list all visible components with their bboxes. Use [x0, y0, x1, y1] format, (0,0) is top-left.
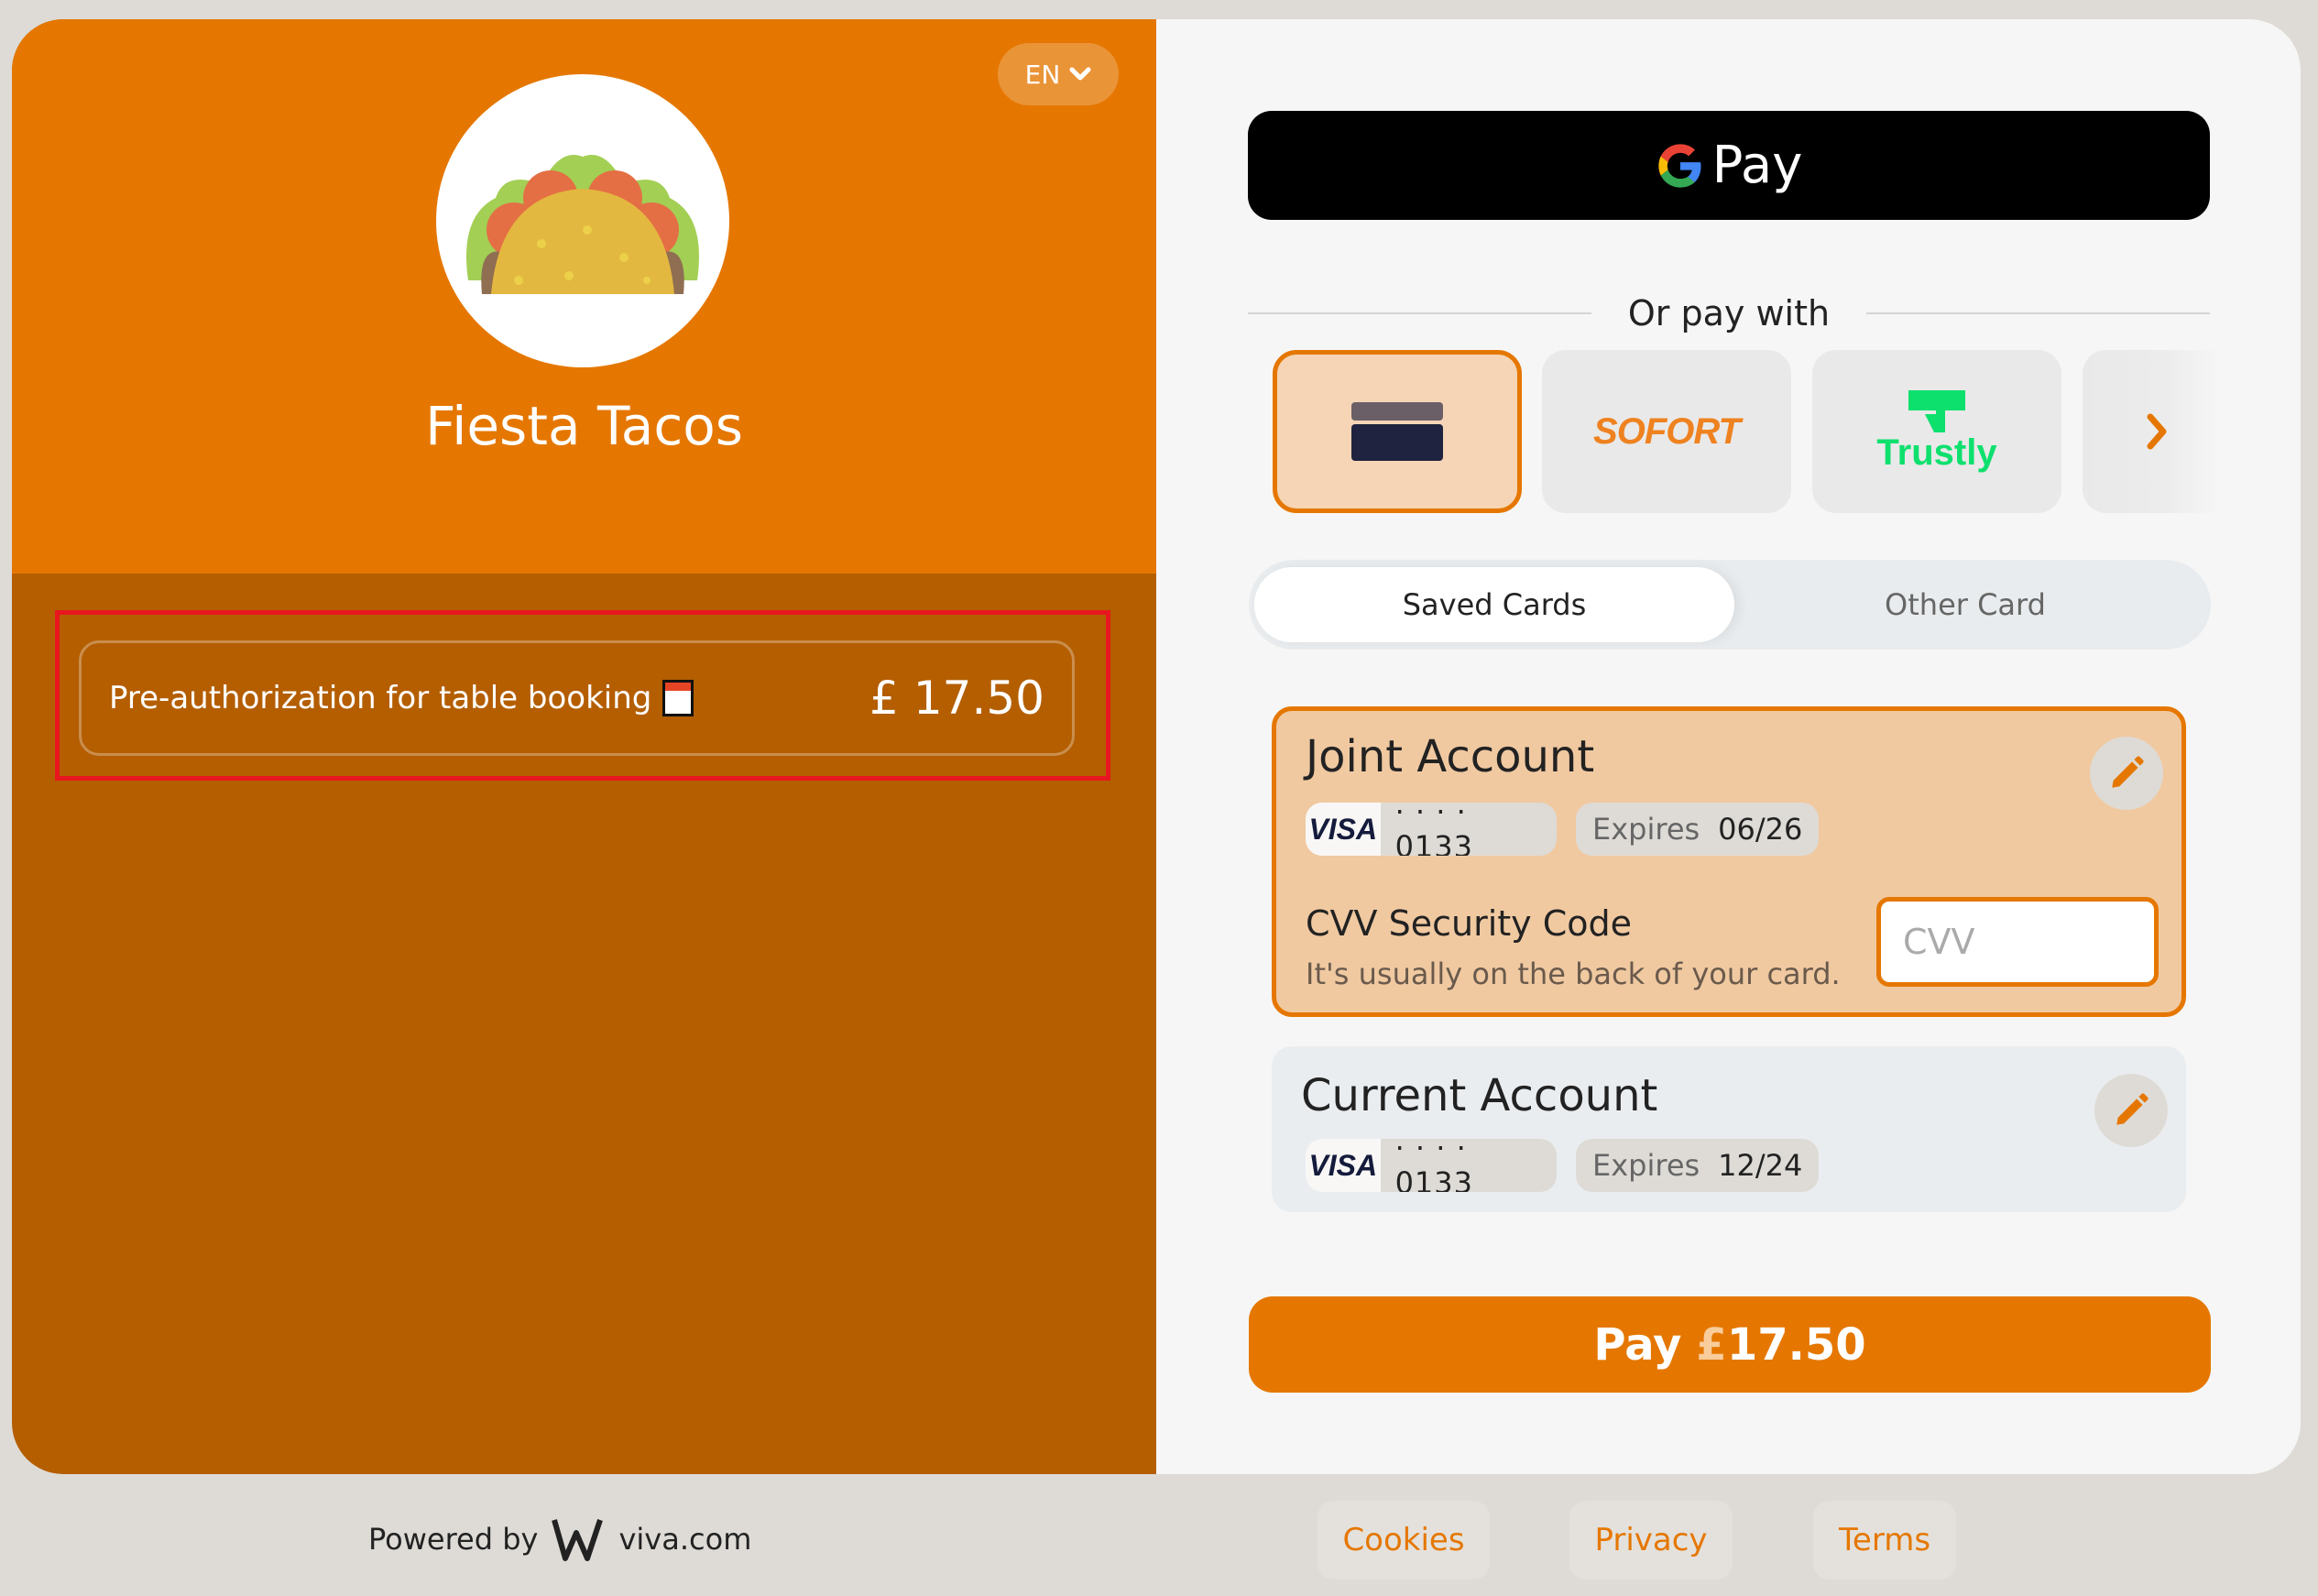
- google-g-icon: [1658, 143, 1701, 188]
- card-tabs: Saved Cards Other Card: [1249, 560, 2211, 650]
- calendar-icon: [662, 680, 694, 716]
- expiry-date: 06/26: [1718, 812, 1803, 847]
- visa-logo: VISA: [1306, 1139, 1381, 1192]
- card-number-chip: VISA · · · · 0133: [1306, 1139, 1557, 1192]
- tab-saved-cards[interactable]: Saved Cards: [1254, 567, 1734, 642]
- card-name: Current Account: [1301, 1070, 1658, 1121]
- masked-card-number: · · · · 0133: [1394, 1139, 1473, 1192]
- pay-currency: £: [1696, 1318, 1727, 1371]
- divider-line: [1248, 312, 1591, 314]
- viva-brand: viva.com: [618, 1522, 752, 1557]
- powered-by-label: Powered by: [368, 1522, 539, 1557]
- edit-card-button[interactable]: [2090, 737, 2163, 810]
- pencil-icon: [2116, 1093, 2149, 1125]
- order-description-wrap: Pre-authorization for table booking: [109, 680, 694, 716]
- pay-button[interactable]: Pay £17.50: [1249, 1296, 2211, 1393]
- trustly-label: Trustly: [1876, 432, 1997, 473]
- chevron-right-icon: [2147, 413, 2167, 450]
- pay-amount: £17.50: [1696, 1319, 1865, 1371]
- merchant-logo: [436, 74, 729, 367]
- merchant-header: EN Fiesta Tacos: [12, 19, 1156, 574]
- order-description: Pre-authorization for table booking: [109, 680, 652, 716]
- expires-label: Expires: [1592, 1148, 1700, 1183]
- saved-card-joint-account[interactable]: Joint Account VISA · · · · 0133 Expires …: [1272, 706, 2186, 1017]
- language-selector[interactable]: EN: [998, 43, 1119, 105]
- payment-method-trustly[interactable]: Trustly: [1812, 350, 2061, 513]
- payment-method-sofort[interactable]: SOFORT: [1542, 350, 1791, 513]
- sofort-logo: SOFORT: [1593, 410, 1741, 452]
- footer-link-privacy[interactable]: Privacy: [1569, 1501, 1733, 1580]
- card-number-chip: VISA · · · · 0133: [1306, 803, 1557, 856]
- pencil-icon: [2112, 756, 2144, 788]
- merchant-name: Fiesta Tacos: [425, 395, 743, 457]
- viva-logo-icon: [552, 1519, 604, 1561]
- credit-card-icon: [1351, 402, 1443, 461]
- order-summary-panel: EN Fiesta Tacos Pre-authorization for ta…: [12, 19, 1156, 1474]
- footer-link-terms[interactable]: Terms: [1813, 1501, 1956, 1580]
- checkout-card: EN Fiesta Tacos Pre-authorization for ta…: [12, 19, 2301, 1474]
- tab-other-card[interactable]: Other Card: [1725, 567, 2205, 642]
- google-pay-button[interactable]: Pay: [1248, 111, 2210, 220]
- saved-card-current-account[interactable]: Current Account VISA · · · · 0133 Expire…: [1272, 1046, 2186, 1212]
- visa-logo: VISA: [1306, 803, 1381, 856]
- card-name: Joint Account: [1306, 731, 1595, 782]
- cvv-hint: It's usually on the back of your card.: [1306, 957, 1841, 991]
- trustly-logo: Trustly: [1876, 389, 1997, 474]
- expiry-date: 12/24: [1718, 1148, 1803, 1183]
- powered-by: Powered by viva.com: [368, 1514, 751, 1565]
- footer-link-cookies[interactable]: Cookies: [1318, 1501, 1490, 1580]
- edit-card-button[interactable]: [2094, 1074, 2168, 1147]
- cvv-input[interactable]: [1876, 897, 2159, 987]
- expiry-chip: Expires 06/26: [1576, 803, 1820, 856]
- expires-label: Expires: [1592, 812, 1700, 847]
- payment-method-card[interactable]: [1273, 350, 1522, 513]
- order-line-item: Pre-authorization for table booking £ 17…: [79, 640, 1075, 756]
- order-amount: £ 17.50: [869, 672, 1044, 725]
- payment-methods-next-button[interactable]: [2083, 350, 2220, 513]
- divider-line: [1866, 312, 2210, 314]
- or-pay-with-text: Or pay with: [1627, 293, 1831, 333]
- cvv-title: CVV Security Code: [1306, 903, 1633, 944]
- chevron-down-icon: [1069, 67, 1091, 81]
- expiry-chip: Expires 12/24: [1576, 1139, 1820, 1192]
- or-divider: Or pay with: [1248, 290, 2210, 336]
- pay-label: Pay: [1593, 1318, 1682, 1371]
- pay-amount-value: 17.50: [1726, 1318, 1866, 1371]
- language-label: EN: [1024, 59, 1061, 90]
- trustly-mark-icon: [1908, 389, 1965, 432]
- google-pay-label: Pay: [1711, 136, 1803, 195]
- taco-icon: [466, 155, 699, 294]
- masked-card-number: · · · · 0133: [1394, 803, 1473, 856]
